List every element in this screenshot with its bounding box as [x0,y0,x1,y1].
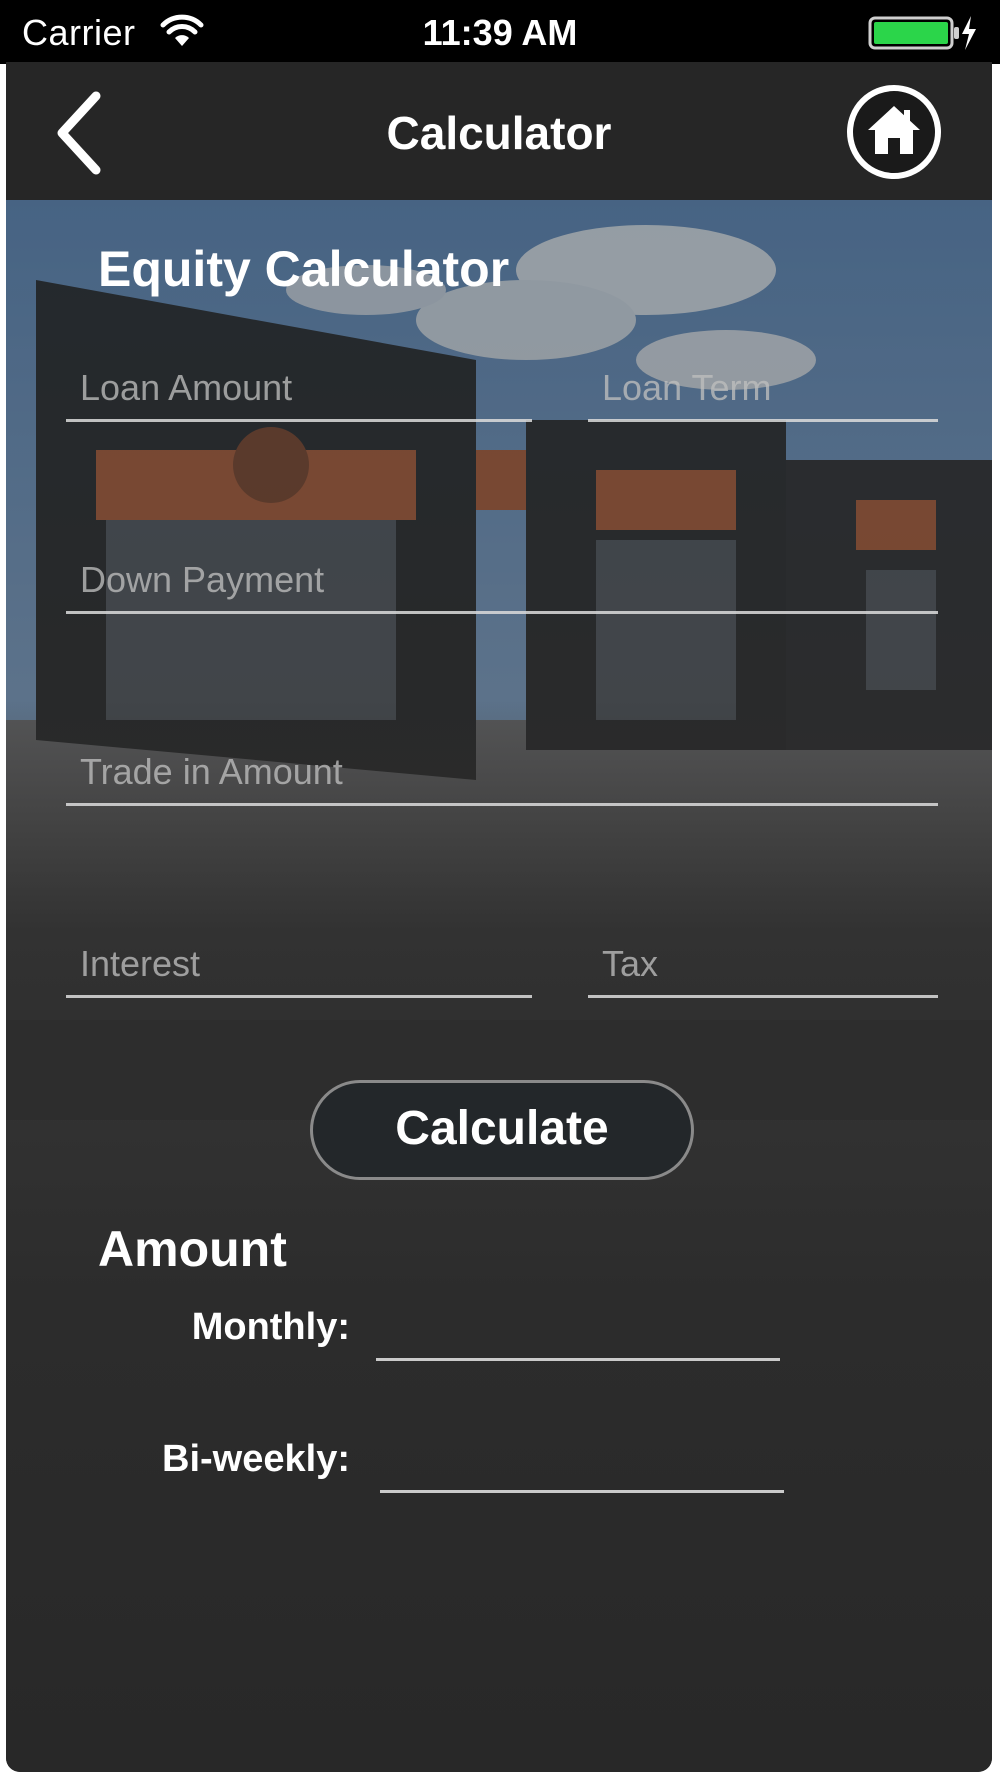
navigation-bar: Calculator [6,62,992,200]
amount-heading: Amount [98,1221,287,1277]
interest-input[interactable] [80,943,522,985]
calculator-content: Equity Calculator Calculate Amount Month [6,200,992,1772]
status-time: 11:39 AM [422,12,578,53]
down-payment-input[interactable] [80,559,928,601]
home-icon[interactable] [846,84,942,180]
down-payment-field[interactable] [66,550,938,614]
battery-charging-icon [868,16,976,50]
app-frame: Calculator Equity Calculator Loan Amount… [6,62,992,1772]
biweekly-value-line [380,1490,784,1493]
loan-amount-input[interactable] [80,367,522,409]
interest-field[interactable] [66,934,532,998]
biweekly-label: Bi-weekly: [162,1438,350,1480]
page-title: Calculator [386,107,612,159]
monthly-label: Monthly: [191,1306,350,1348]
form-title: Equity Calculator [98,241,510,297]
status-bar: Carrier 11:39 AM [0,0,1000,64]
monthly-value-line [376,1358,780,1361]
tax-input[interactable] [602,943,928,985]
trade-in-amount-field[interactable] [66,742,938,806]
loan-term-input[interactable] [602,367,928,409]
phone-screen: Carrier 11:39 AM Calculator Equity Calcu… [0,0,1000,1778]
calculate-button[interactable]: Calculate [310,1080,694,1180]
loan-term-field[interactable] [588,358,938,422]
trade-in-amount-input[interactable] [80,751,928,793]
loan-amount-field[interactable] [66,358,532,422]
tax-field[interactable] [588,934,938,998]
